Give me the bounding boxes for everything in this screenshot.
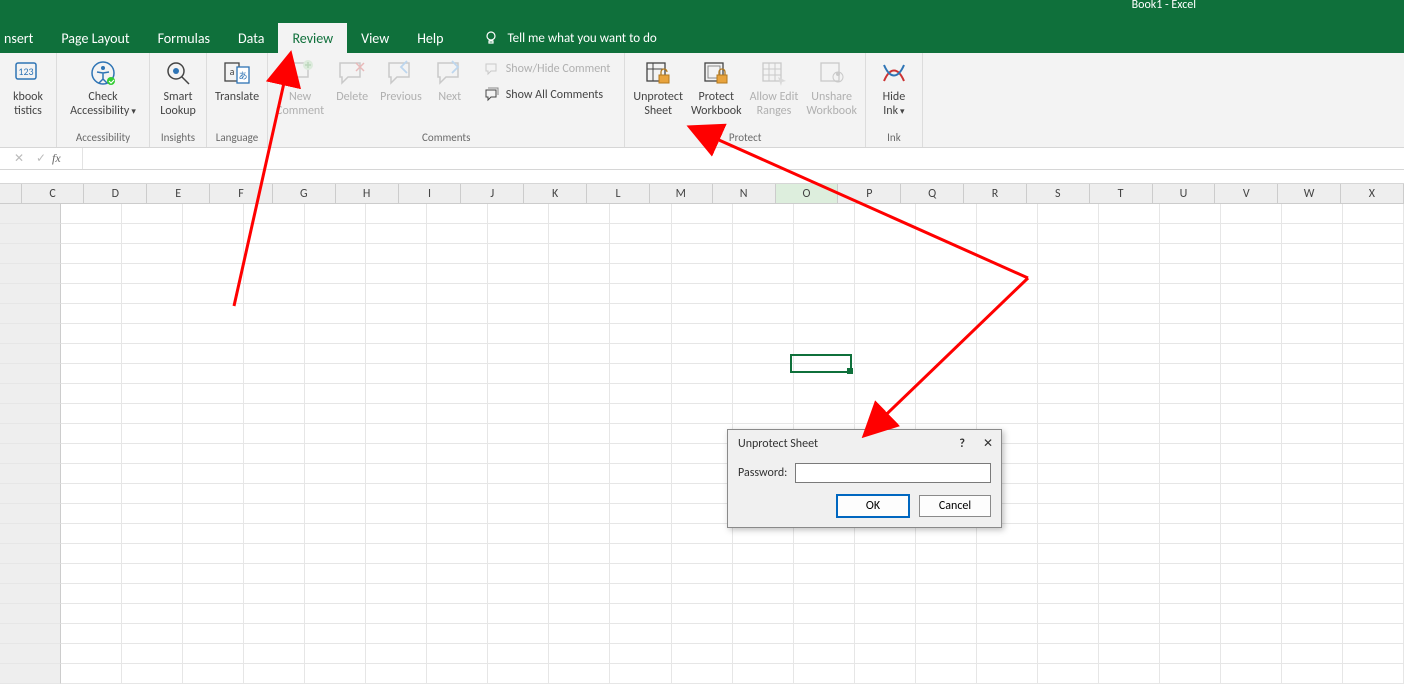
password-input[interactable]	[795, 463, 991, 483]
chevron-down-icon: ▾	[898, 106, 905, 117]
column-header-S[interactable]: S	[1027, 184, 1090, 203]
previous-comment-icon	[385, 57, 417, 89]
tab-page-layout[interactable]: Page Layout	[47, 23, 143, 53]
show-all-comments-button[interactable]: Show All Comments	[480, 85, 615, 105]
spreadsheet-grid[interactable]: CDEFGHIJKLMNOPQRSTUVWX	[0, 184, 1404, 684]
tell-me[interactable]: Tell me what you want to do	[457, 23, 656, 53]
svg-text:123: 123	[18, 65, 33, 78]
tab-help[interactable]: Help	[403, 23, 457, 53]
column-header-U[interactable]: U	[1153, 184, 1216, 203]
column-header-M[interactable]: M	[650, 184, 713, 203]
tab-view[interactable]: View	[347, 23, 403, 53]
column-header-W[interactable]: W	[1278, 184, 1341, 203]
tab-data[interactable]: Data	[224, 23, 278, 53]
tab-review[interactable]: Review	[278, 23, 347, 53]
group-protect-label: Protect	[629, 129, 861, 147]
delete-comment-button: Delete	[328, 55, 376, 105]
svg-text:あ: あ	[239, 71, 248, 82]
column-header-E[interactable]: E	[147, 184, 210, 203]
show-hide-comment-icon	[484, 61, 500, 77]
show-hide-comment-button: Show/Hide Comment	[480, 59, 615, 79]
hide-ink-button[interactable]: Hide Ink▾	[870, 55, 918, 119]
column-header-X[interactable]: X	[1341, 184, 1404, 203]
ok-button[interactable]: OK	[837, 495, 909, 517]
column-header-D[interactable]: D	[84, 184, 147, 203]
new-comment-icon	[284, 57, 316, 89]
dialog-help-icon[interactable]: ?	[959, 437, 965, 451]
column-header-Q[interactable]: Q	[901, 184, 964, 203]
unprotect-sheet-icon	[642, 57, 674, 89]
unprotect-sheet-button[interactable]: Unprotect Sheet	[629, 55, 687, 119]
formula-enter-icon: ✓	[30, 151, 52, 166]
group-language-label: Language	[211, 129, 263, 147]
column-header-P[interactable]: P	[838, 184, 901, 203]
allow-edit-ranges-button: Allow Edit Ranges	[746, 55, 803, 119]
formula-input[interactable]	[82, 148, 1404, 169]
ribbon-tabs: nsert Page Layout Formulas Data Review V…	[0, 23, 1404, 53]
unprotect-sheet-dialog: Unprotect Sheet ? ✕ Password: OK Cancel	[727, 429, 1002, 528]
check-accessibility-button[interactable]: Check Accessibility▾	[61, 55, 145, 119]
dialog-close-icon[interactable]: ✕	[983, 436, 993, 451]
show-all-comments-icon	[484, 87, 500, 103]
formula-bar: ✕ ✓ fx	[0, 148, 1404, 170]
column-header-K[interactable]: K	[524, 184, 587, 203]
group-ink-label: Ink	[870, 129, 918, 147]
column-header-N[interactable]: N	[713, 184, 776, 203]
tab-formulas[interactable]: Formulas	[144, 23, 224, 53]
fill-handle[interactable]	[847, 368, 853, 374]
new-comment-button: New Comment	[272, 55, 328, 119]
next-comment-icon	[434, 57, 466, 89]
protect-workbook-icon	[700, 57, 732, 89]
workbook-statistics-icon: 123	[12, 57, 44, 89]
svg-text:a: a	[230, 65, 235, 78]
column-header-F[interactable]: F	[210, 184, 273, 203]
tab-insert[interactable]: nsert	[0, 23, 47, 53]
column-header-I[interactable]: I	[399, 184, 462, 203]
column-header-J[interactable]: J	[461, 184, 524, 203]
group-accessibility-label: Accessibility	[61, 129, 145, 147]
previous-comment-button: Previous	[376, 55, 426, 105]
app-title: Book1 - Excel	[1132, 0, 1196, 12]
title-bar: Book1 - Excel	[0, 0, 1404, 23]
next-comment-button: Next	[426, 55, 474, 105]
group-comments-label: Comments	[272, 129, 620, 147]
translate-icon: aあ	[221, 57, 253, 89]
bulb-icon	[483, 30, 499, 46]
fx-icon[interactable]: fx	[52, 151, 82, 166]
formula-cancel-icon: ✕	[8, 151, 30, 166]
unshare-workbook-icon	[816, 57, 848, 89]
smart-lookup-icon	[162, 57, 194, 89]
smart-lookup-button[interactable]: Smart Lookup	[154, 55, 202, 119]
column-header-O[interactable]: O	[776, 184, 839, 203]
protect-workbook-button[interactable]: Protect Workbook	[687, 55, 746, 119]
group-insights-label: Insights	[154, 129, 202, 147]
column-header-T[interactable]: T	[1090, 184, 1153, 203]
tell-me-text: Tell me what you want to do	[507, 31, 656, 46]
column-header-R[interactable]: R	[964, 184, 1027, 203]
allow-edit-ranges-icon	[758, 57, 790, 89]
translate-button[interactable]: aあ Translate	[211, 55, 263, 105]
column-headers[interactable]: CDEFGHIJKLMNOPQRSTUVWX	[0, 184, 1404, 204]
column-header-V[interactable]: V	[1215, 184, 1278, 203]
password-label: Password:	[738, 466, 787, 480]
chevron-down-icon: ▾	[129, 106, 136, 117]
active-cell[interactable]	[790, 354, 852, 373]
unshare-workbook-button: Unshare Workbook	[802, 55, 861, 119]
column-header-L[interactable]: L	[587, 184, 650, 203]
accessibility-icon	[87, 57, 119, 89]
column-header-G[interactable]: G	[273, 184, 336, 203]
workbook-statistics-button[interactable]: 123 kbook tistics	[4, 55, 52, 119]
hide-ink-icon	[878, 57, 910, 89]
select-all-corner[interactable]	[0, 184, 22, 203]
dialog-title: Unprotect Sheet	[738, 437, 818, 451]
column-header-C[interactable]: C	[22, 184, 85, 203]
cancel-button[interactable]: Cancel	[919, 495, 991, 517]
ribbon: 123 kbook tistics Check Accessibility▾ A…	[0, 53, 1404, 148]
delete-comment-icon	[336, 57, 368, 89]
column-header-H[interactable]: H	[336, 184, 399, 203]
